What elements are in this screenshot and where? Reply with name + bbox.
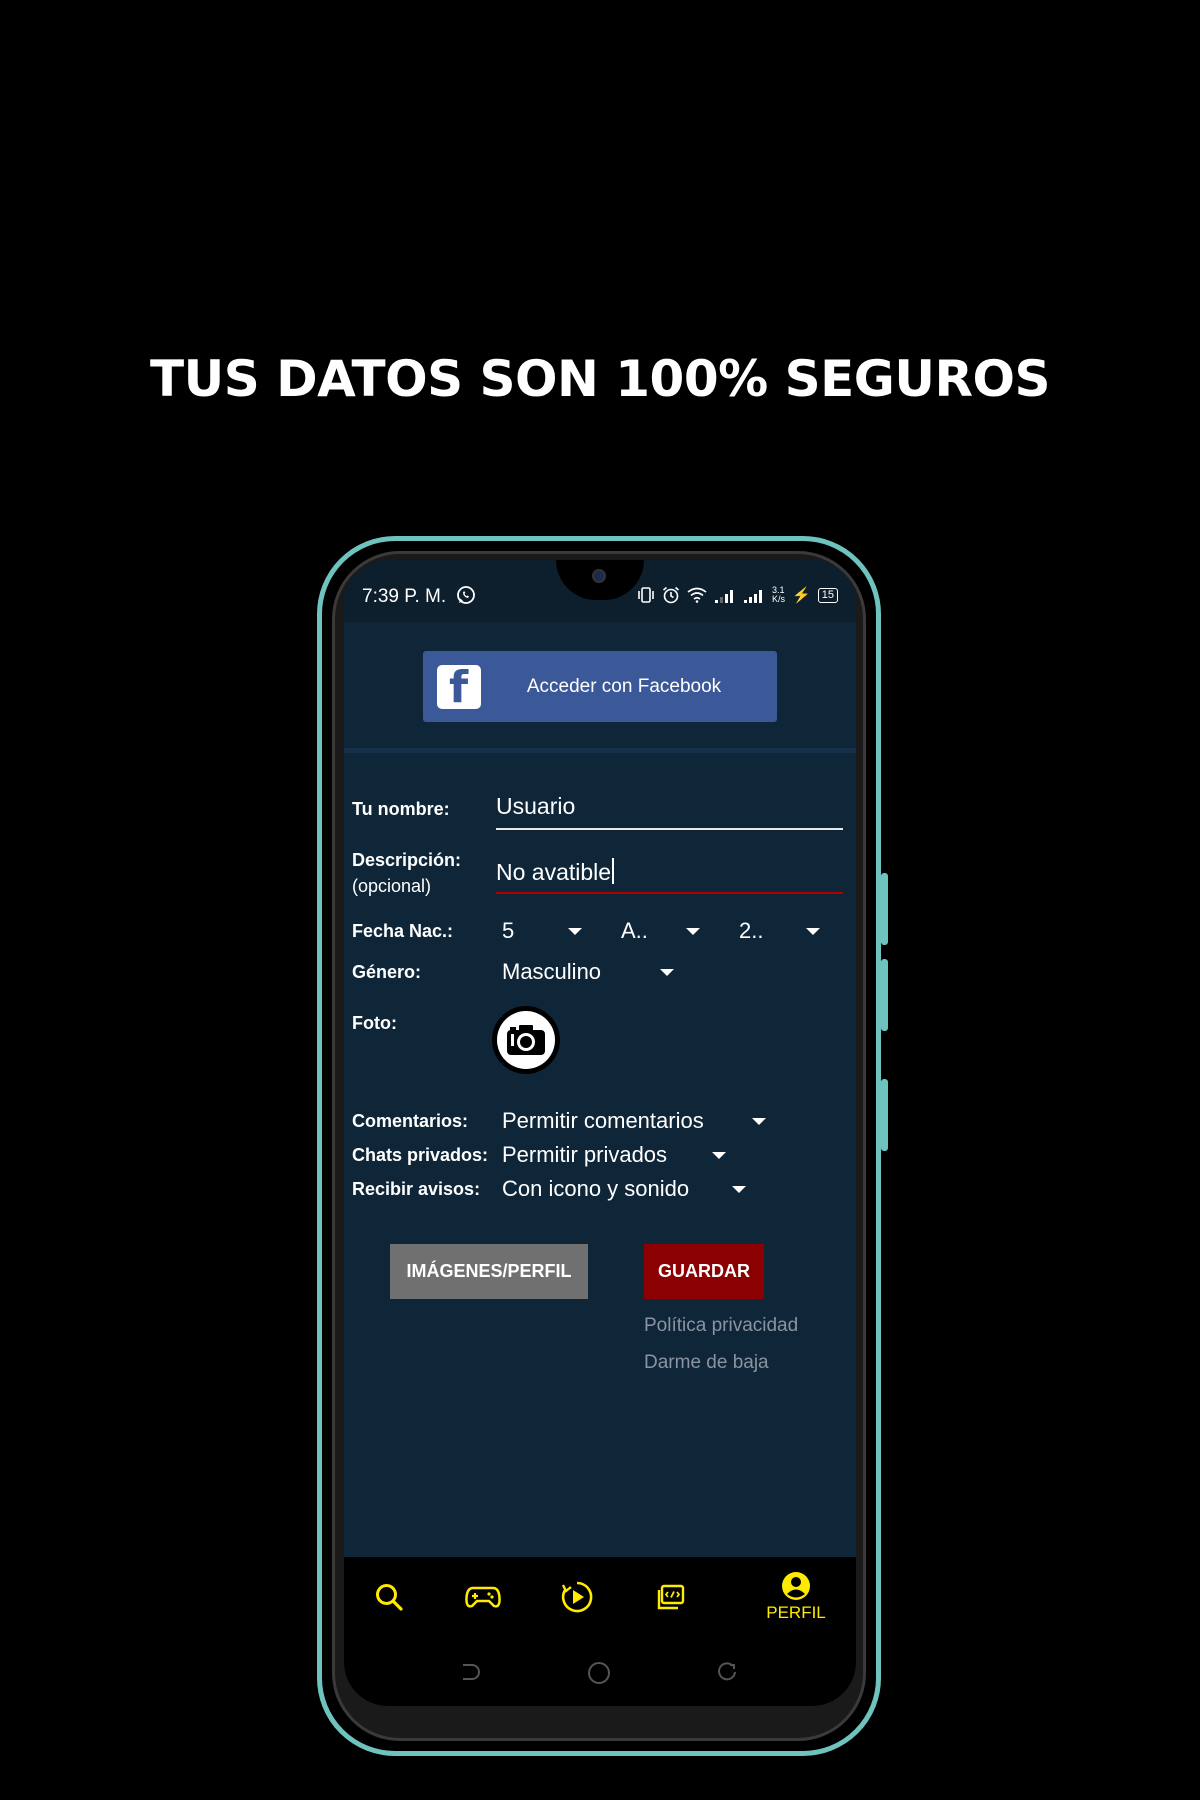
network-speed: 3.1 K/s [772,585,786,604]
birth-day-select[interactable]: 5 [502,918,514,944]
name-label: Tu nombre: [352,799,450,819]
profile-icon [782,1572,810,1600]
headline: TUS DATOS SON 100% SEGUROS [150,350,1050,408]
alarm-icon [663,586,680,604]
signal-2-icon [744,590,763,603]
birth-year-dropdown-arrow-icon[interactable] [806,928,820,935]
text-cursor [612,858,614,884]
name-input[interactable]: Usuario [496,793,575,820]
nav-profile[interactable]: PERFIL [756,1557,836,1637]
birth-month-dropdown-arrow-icon[interactable] [686,928,700,935]
status-time: 7:39 P. M. [362,586,447,607]
notifications-dropdown-arrow-icon[interactable] [732,1186,746,1193]
search-icon [376,1584,403,1611]
description-input-underline [496,892,843,894]
notch [556,560,644,600]
gender-dropdown-arrow-icon[interactable] [660,969,674,976]
volume-up-button [881,873,888,945]
facebook-section: f Acceder con Facebook [344,622,856,753]
notifications-label: Recibir avisos: [352,1179,481,1199]
photo-upload-button[interactable] [492,1006,560,1074]
power-button [881,1079,888,1151]
save-button[interactable]: GUARDAR [644,1244,764,1299]
bottom-navigation: PERFIL [344,1557,856,1637]
facebook-login-button[interactable]: f Acceder con Facebook [423,651,777,722]
wifi-icon [687,587,707,603]
nav-editor[interactable] [645,1557,695,1637]
front-camera [592,569,606,583]
camera-icon [507,1025,545,1055]
charging-icon: ⚡ [792,587,811,604]
description-optional-label: (opcional) [352,876,432,896]
facebook-login-label: Acceder con Facebook [526,675,722,697]
back-icon[interactable] [458,1661,480,1683]
vibrate-icon [638,587,654,603]
gender-select[interactable]: Masculino [502,959,601,985]
birth-month-select[interactable]: A.. [621,918,648,944]
nav-search[interactable] [364,1557,414,1637]
images-profile-button[interactable]: IMÁGENES/PERFIL [390,1244,588,1299]
status-bar: 7:39 P. M. 3.1 K/s ⚡ 15 [344,560,856,622]
private-chats-dropdown-arrow-icon[interactable] [712,1152,726,1159]
description-input[interactable]: No avatible [496,858,614,886]
notifications-select[interactable]: Con icono y sonido [502,1176,689,1202]
nav-games[interactable] [458,1557,508,1637]
system-navigation-bar [344,1637,856,1706]
private-chats-label: Chats privados: [352,1145,489,1165]
home-icon[interactable] [587,1661,611,1685]
comments-label: Comentarios: [352,1111,469,1131]
whatsapp-icon [457,586,475,604]
private-chats-select[interactable]: Permitir privados [502,1142,667,1168]
gender-label: Género: [352,962,422,982]
unsubscribe-link[interactable]: Darme de baja [644,1352,769,1374]
birthdate-label: Fecha Nac.: [352,921,454,941]
video-editor-icon [657,1584,685,1610]
privacy-policy-link[interactable]: Política privacidad [644,1315,798,1337]
gamepad-icon [465,1586,501,1608]
birth-year-select[interactable]: 2.. [739,918,763,944]
battery-level: 15 [817,587,838,603]
description-label: Descripción: [352,850,462,870]
recents-icon[interactable] [717,1661,739,1683]
play-icon [561,1581,593,1613]
facebook-icon: f [437,662,481,713]
status-icons: 3.1 K/s ⚡ 15 [637,586,838,604]
signal-1-icon [715,590,734,603]
nav-profile-label: PERFIL [766,1603,826,1622]
photo-label: Foto: [352,1013,397,1033]
birth-day-dropdown-arrow-icon[interactable] [568,928,582,935]
comments-select[interactable]: Permitir comentarios [502,1108,704,1134]
comments-dropdown-arrow-icon[interactable] [752,1118,766,1125]
volume-down-button [881,959,888,1031]
phone-screen: 7:39 P. M. 3.1 K/s ⚡ 15 f Acceder con Fa… [344,560,856,1706]
name-input-underline [496,828,843,830]
nav-videos[interactable] [552,1557,602,1637]
